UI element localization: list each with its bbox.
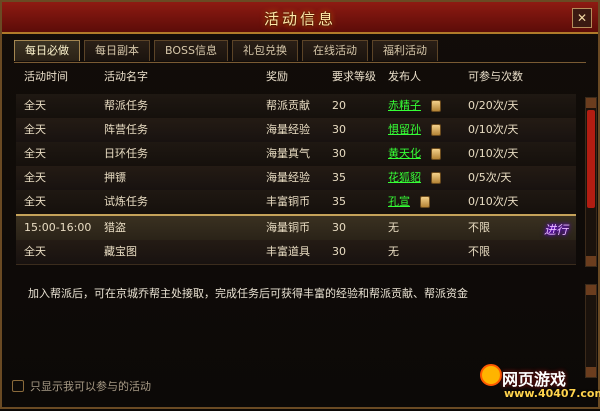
cell-level: 20 <box>332 99 346 112</box>
scroll-thumb[interactable] <box>587 110 595 208</box>
tab-welfare-activity[interactable]: 福利活动 <box>371 40 438 61</box>
cell-level: 30 <box>332 123 346 136</box>
cell-issuer: 无 <box>388 245 399 258</box>
cell-reward: 帮派贡献 <box>266 99 310 112</box>
cell-times: 0/10次/天 <box>468 147 519 160</box>
cell-issuer: 孔宣 <box>388 190 430 214</box>
table-row[interactable]: 全天 帮派任务 帮派贡献 20 赤精子 0/20次/天 <box>16 94 576 119</box>
cell-times: 0/20次/天 <box>468 99 519 112</box>
issuer-link[interactable]: 孔宣 <box>388 195 410 208</box>
cell-times: 不限 <box>468 245 490 258</box>
quest-scroll-icon[interactable] <box>419 196 430 208</box>
cell-level: 30 <box>332 245 346 258</box>
header-times: 可参与次数 <box>468 70 523 83</box>
quest-scroll-icon[interactable] <box>430 124 441 136</box>
tab-online-activity[interactable]: 在线活动 <box>301 40 368 61</box>
cell-issuer: 黄天化 <box>388 142 441 166</box>
cell-level: 35 <box>332 171 346 184</box>
table-row[interactable]: 全天 试炼任务 丰富铜币 35 孔宣 0/10次/天 <box>16 190 576 215</box>
cell-times: 不限 <box>468 221 490 234</box>
cell-time: 全天 <box>24 171 46 184</box>
cell-name: 阵营任务 <box>104 123 148 136</box>
cell-name: 押镖 <box>104 171 126 184</box>
filter-checkbox-row[interactable]: 只显示我可以参与的活动 <box>12 378 151 394</box>
mascot-icon <box>480 364 502 386</box>
table-row-selected[interactable]: 15:00-16:00 猎盗 海量铜币 30 无 不限 进行中 <box>16 214 576 261</box>
cell-time: 15:00-16:00 <box>24 221 92 234</box>
filter-checkbox[interactable] <box>12 380 24 392</box>
scroll-down-arrow-icon[interactable] <box>586 256 596 266</box>
cell-times: 0/10次/天 <box>468 195 519 208</box>
close-icon: ✕ <box>576 11 588 25</box>
filter-checkbox-label: 只显示我可以参与的活动 <box>30 380 151 393</box>
header-reward: 奖励 <box>266 70 288 83</box>
watermark-title: 网页游戏 <box>502 370 567 389</box>
watermark-url: www.40407.com <box>504 387 600 400</box>
header-level: 要求等级 <box>332 70 376 83</box>
cell-issuer: 无 <box>388 221 399 234</box>
cell-reward: 海量经验 <box>266 123 310 136</box>
table-header: 活动时间 活动名字 奖励 要求等级 发布人 可参与次数 <box>16 68 584 88</box>
title-bar[interactable]: 活动信息 ✕ <box>2 2 598 34</box>
cell-time: 全天 <box>24 123 46 136</box>
table-row[interactable]: 全天 藏宝图 丰富道具 30 无 不限 <box>16 240 576 265</box>
tab-daily-must-do[interactable]: 每日必做 <box>14 40 80 61</box>
header-time: 活动时间 <box>24 70 68 83</box>
cell-time: 全天 <box>24 99 46 112</box>
cell-reward: 海量铜币 <box>266 221 310 234</box>
cell-time: 全天 <box>24 147 46 160</box>
cell-name: 试炼任务 <box>104 195 148 208</box>
cell-time: 全天 <box>24 195 46 208</box>
cell-name: 藏宝图 <box>104 245 137 258</box>
table-row[interactable]: 全天 阵营任务 海量经验 30 惧留孙 0/10次/天 <box>16 118 576 143</box>
cell-issuer: 花狐貂 <box>388 166 441 190</box>
cell-reward: 海量经验 <box>266 171 310 184</box>
header-name: 活动名字 <box>104 70 148 83</box>
quest-scroll-icon[interactable] <box>430 172 441 184</box>
cell-times: 0/5次/天 <box>468 171 512 184</box>
table-row[interactable]: 全天 日环任务 海量真气 30 黄天化 0/10次/天 <box>16 142 576 167</box>
site-watermark: 网页游戏 www.40407.com <box>478 362 600 411</box>
cell-issuer: 惧留孙 <box>388 118 441 142</box>
issuer-link[interactable]: 黄天化 <box>388 147 421 160</box>
tab-divider <box>14 62 586 63</box>
cell-reward: 海量真气 <box>266 147 310 160</box>
activity-window: 活动信息 ✕ 每日必做 每日副本 BOSS信息 礼包兑换 在线活动 福利活动 活… <box>0 0 600 409</box>
scroll-down-arrow-icon[interactable] <box>586 367 596 377</box>
issuer-link[interactable]: 赤精子 <box>388 99 421 112</box>
scroll-up-arrow-icon[interactable] <box>586 98 596 108</box>
cell-name: 日环任务 <box>104 147 148 160</box>
description-scrollbar[interactable] <box>585 284 597 378</box>
quest-scroll-icon[interactable] <box>430 100 441 112</box>
scroll-up-arrow-icon[interactable] <box>586 285 596 295</box>
tab-daily-dungeon[interactable]: 每日副本 <box>84 40 150 61</box>
cell-level: 30 <box>332 147 346 160</box>
issuer-link[interactable]: 花狐貂 <box>388 171 421 184</box>
activity-table: 全天 帮派任务 帮派贡献 20 赤精子 0/20次/天 全天 阵营任务 海量经验… <box>16 94 576 266</box>
cell-time: 全天 <box>24 245 46 258</box>
cell-times: 0/10次/天 <box>468 123 519 136</box>
issuer-link[interactable]: 惧留孙 <box>388 123 421 136</box>
window-title: 活动信息 <box>263 10 336 28</box>
cell-level: 35 <box>332 195 346 208</box>
cell-level: 30 <box>332 221 346 234</box>
tab-bar: 每日必做 每日副本 BOSS信息 礼包兑换 在线活动 福利活动 <box>14 40 438 62</box>
quest-scroll-icon[interactable] <box>430 148 441 160</box>
activity-description: 加入帮派后，可在京城乔帮主处接取，完成任务后可获得丰富的经验和帮派贡献、帮派资金 <box>28 287 468 300</box>
cell-name: 猎盗 <box>104 221 126 234</box>
close-button[interactable]: ✕ <box>572 8 592 28</box>
header-issuer: 发布人 <box>388 70 421 83</box>
table-row[interactable]: 全天 押镖 海量经验 35 花狐貂 0/5次/天 <box>16 166 576 191</box>
tab-boss-info[interactable]: BOSS信息 <box>154 40 228 61</box>
cell-issuer: 赤精子 <box>388 94 441 118</box>
cell-name: 帮派任务 <box>104 99 148 112</box>
tab-gift-redeem[interactable]: 礼包兑换 <box>231 40 298 61</box>
cell-reward: 丰富道具 <box>266 245 310 258</box>
cell-reward: 丰富铜币 <box>266 195 310 208</box>
table-scrollbar[interactable] <box>585 97 597 267</box>
